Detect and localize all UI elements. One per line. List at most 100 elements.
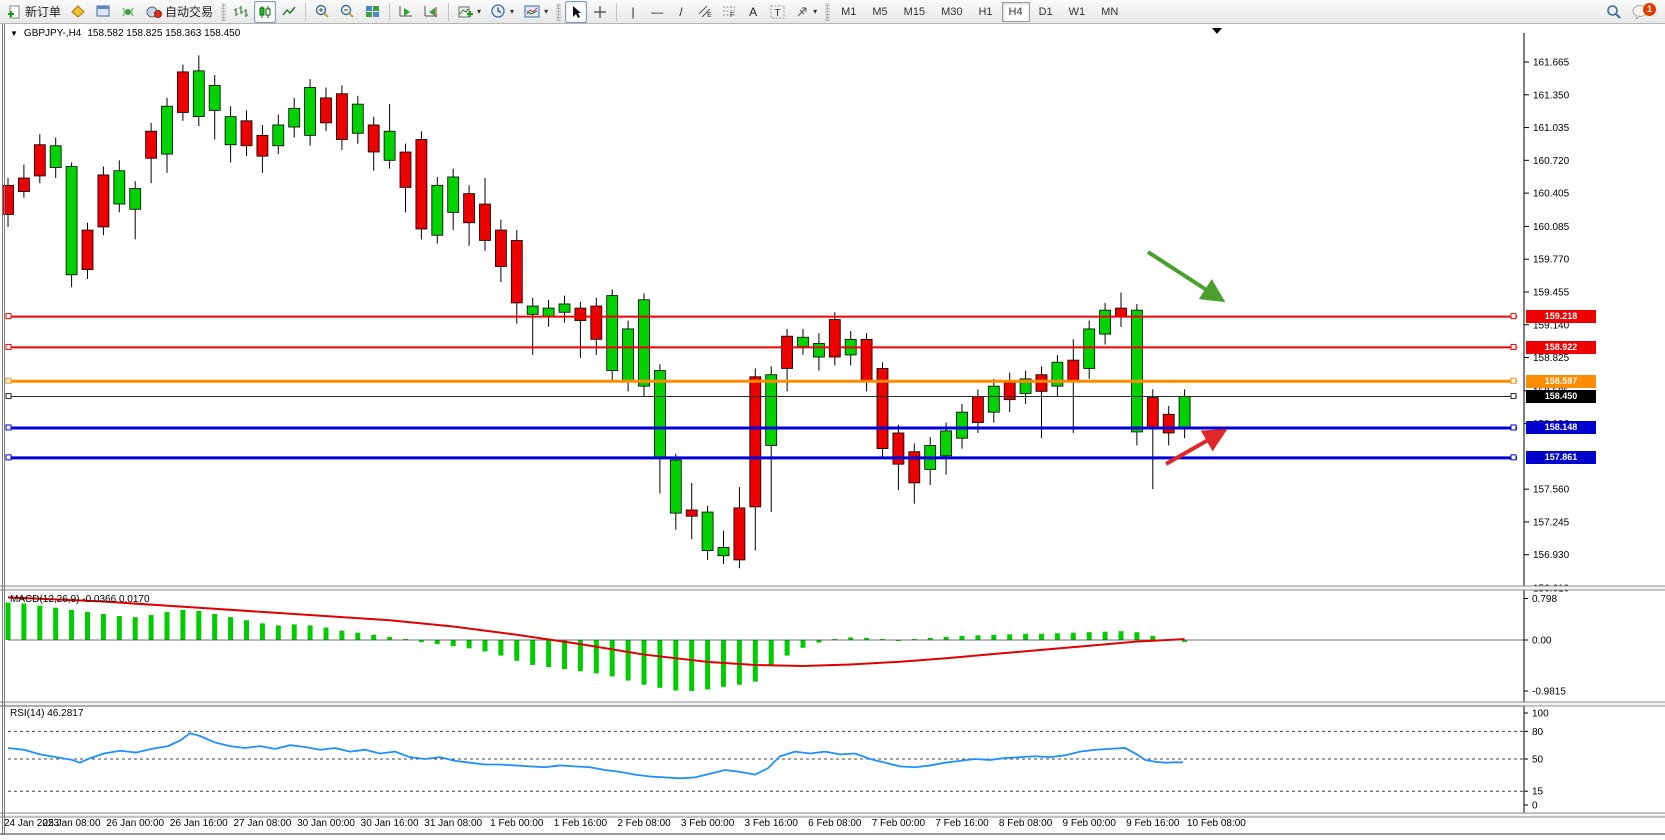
rsi-axis-label: 80 (1532, 727, 1544, 738)
collapse-chart-icon[interactable]: ▼ (10, 29, 18, 38)
new-order-button[interactable]: 新订单 (4, 1, 65, 23)
notifications-button[interactable]: 1 (1628, 1, 1653, 23)
rsi-axis-label: 50 (1532, 755, 1544, 766)
svg-text:27 Jan 08:00: 27 Jan 08:00 (233, 818, 291, 829)
new-order-label: 新订单 (25, 3, 61, 20)
horizontal-line-tool[interactable]: — (646, 1, 668, 23)
data-window-button[interactable] (92, 1, 115, 23)
toolbar-grip[interactable] (221, 3, 226, 21)
svg-text:31 Jan 08:00: 31 Jan 08:00 (424, 818, 482, 829)
line-chart-icon (282, 5, 296, 18)
auto-scroll-button[interactable] (395, 1, 418, 23)
svg-text:157.245: 157.245 (1533, 517, 1570, 528)
text-label-icon: T (770, 5, 785, 19)
chart-canvas[interactable]: 161.665161.350161.035160.720160.405160.0… (0, 24, 1665, 835)
macd-indicator-label: MACD(12,26,9) -0.0366 0.0170 (10, 594, 150, 605)
add-indicator-icon (458, 5, 473, 19)
green-down-arrow[interactable] (1148, 252, 1222, 300)
channel-tool[interactable]: E (694, 1, 716, 23)
crosshair-icon (593, 5, 607, 19)
svg-text:8 Feb 08:00: 8 Feb 08:00 (999, 818, 1053, 829)
notification-badge: 1 (1643, 3, 1656, 16)
tf-m1[interactable]: M1 (834, 2, 863, 22)
price-line-flag[interactable]: 158.148 (1526, 421, 1596, 434)
search-button[interactable] (1602, 1, 1626, 23)
templates-button[interactable]: ▾ (520, 1, 552, 23)
fibonacci-tool[interactable]: F (718, 1, 740, 23)
fibonacci-icon: F (722, 5, 736, 18)
svg-text:161.350: 161.350 (1533, 90, 1570, 101)
new-order-icon (8, 5, 22, 19)
signals-button[interactable] (117, 1, 140, 23)
svg-text:160.720: 160.720 (1533, 156, 1570, 167)
price-line-flag[interactable]: 158.597 (1526, 375, 1596, 388)
tf-m30[interactable]: M30 (934, 2, 969, 22)
price-line-flag[interactable]: 158.922 (1526, 341, 1596, 354)
crosshair-tool-button[interactable] (589, 1, 611, 23)
toolbar-grip[interactable] (556, 3, 561, 21)
vertical-line-tool[interactable]: | (622, 1, 644, 23)
svg-text:10 Feb 08:00: 10 Feb 08:00 (1187, 818, 1246, 829)
svg-text:7 Feb 16:00: 7 Feb 16:00 (935, 818, 989, 829)
svg-text:160.085: 160.085 (1533, 222, 1570, 233)
price-line-flag[interactable]: 159.218 (1526, 310, 1596, 323)
trendline-tool[interactable]: / (670, 1, 692, 23)
candlestick-chart-button[interactable] (254, 1, 276, 23)
rsi-axis-label: 0 (1532, 801, 1538, 812)
template-icon (524, 5, 540, 18)
zoom-out-button[interactable] (336, 1, 359, 23)
main-toolbar: 新订单 自动交易 ▾ ▾ (0, 0, 1665, 24)
indicators-caret-icon: ▾ (477, 7, 481, 16)
cursor-tool-button[interactable] (565, 1, 587, 23)
tf-w1[interactable]: W1 (1062, 2, 1093, 22)
auto-trading-icon (146, 5, 162, 18)
label-tool[interactable]: T (766, 1, 789, 23)
line-chart-button[interactable] (278, 1, 300, 23)
tile-windows-icon (365, 5, 380, 18)
shapes-tool[interactable]: ▾ (791, 1, 821, 23)
tf-d1[interactable]: D1 (1032, 2, 1060, 22)
tf-h4[interactable]: H4 (1002, 2, 1030, 22)
periods-button[interactable]: ▾ (487, 1, 518, 23)
svg-text:158.825: 158.825 (1533, 353, 1570, 364)
tf-m15[interactable]: M15 (897, 2, 932, 22)
auto-trading-button[interactable]: 自动交易 (142, 1, 217, 23)
macd-axis-label: 0.00 (1532, 636, 1552, 647)
price-line-flag[interactable]: 157.861 (1526, 451, 1596, 464)
window-left-edge[interactable] (2, 24, 5, 835)
chart-title: ▼ GBPJPY-,H4 158.582 158.825 158.363 158… (10, 28, 240, 39)
svg-text:160.405: 160.405 (1533, 189, 1570, 200)
horizontal-price-lines[interactable] (6, 314, 1517, 460)
svg-text:30 Jan 00:00: 30 Jan 00:00 (297, 818, 355, 829)
zoom-in-icon (315, 4, 330, 19)
svg-text:159.770: 159.770 (1533, 255, 1570, 266)
zoom-in-button[interactable] (311, 1, 334, 23)
tile-windows-button[interactable] (361, 1, 384, 23)
bar-chart-button[interactable] (230, 1, 252, 23)
arrows-shape-icon (795, 5, 809, 19)
auto-trading-label: 自动交易 (165, 3, 213, 20)
svg-text:7 Feb 00:00: 7 Feb 00:00 (872, 818, 926, 829)
svg-text:6 Feb 08:00: 6 Feb 08:00 (808, 818, 862, 829)
toolbar-grip[interactable] (825, 3, 830, 21)
svg-text:1 Feb 00:00: 1 Feb 00:00 (490, 818, 544, 829)
tf-mn[interactable]: MN (1094, 2, 1125, 22)
price-line-flag[interactable]: 158.450 (1526, 390, 1596, 403)
indicators-button[interactable]: ▾ (454, 1, 485, 23)
tf-h1[interactable]: H1 (971, 2, 999, 22)
tf-m5[interactable]: M5 (865, 2, 894, 22)
text-tool[interactable]: A (742, 1, 764, 23)
shapes-caret-icon: ▾ (813, 7, 817, 16)
chart-window: 161.665161.350161.035160.720160.405160.0… (0, 24, 1665, 835)
periods-caret-icon: ▾ (510, 7, 514, 16)
svg-text:159.455: 159.455 (1533, 287, 1570, 298)
chart-shift-marker[interactable] (1212, 28, 1222, 34)
templates-caret-icon: ▾ (544, 7, 548, 16)
svg-text:1 Feb 16:00: 1 Feb 16:00 (554, 818, 608, 829)
market-watch-button[interactable] (67, 1, 90, 23)
search-icon (1606, 4, 1622, 20)
chart-shift-button[interactable] (420, 1, 443, 23)
svg-text:26 Jan 00:00: 26 Jan 00:00 (106, 818, 164, 829)
vline-icon: | (632, 6, 635, 18)
channel-icon: E (698, 5, 712, 18)
